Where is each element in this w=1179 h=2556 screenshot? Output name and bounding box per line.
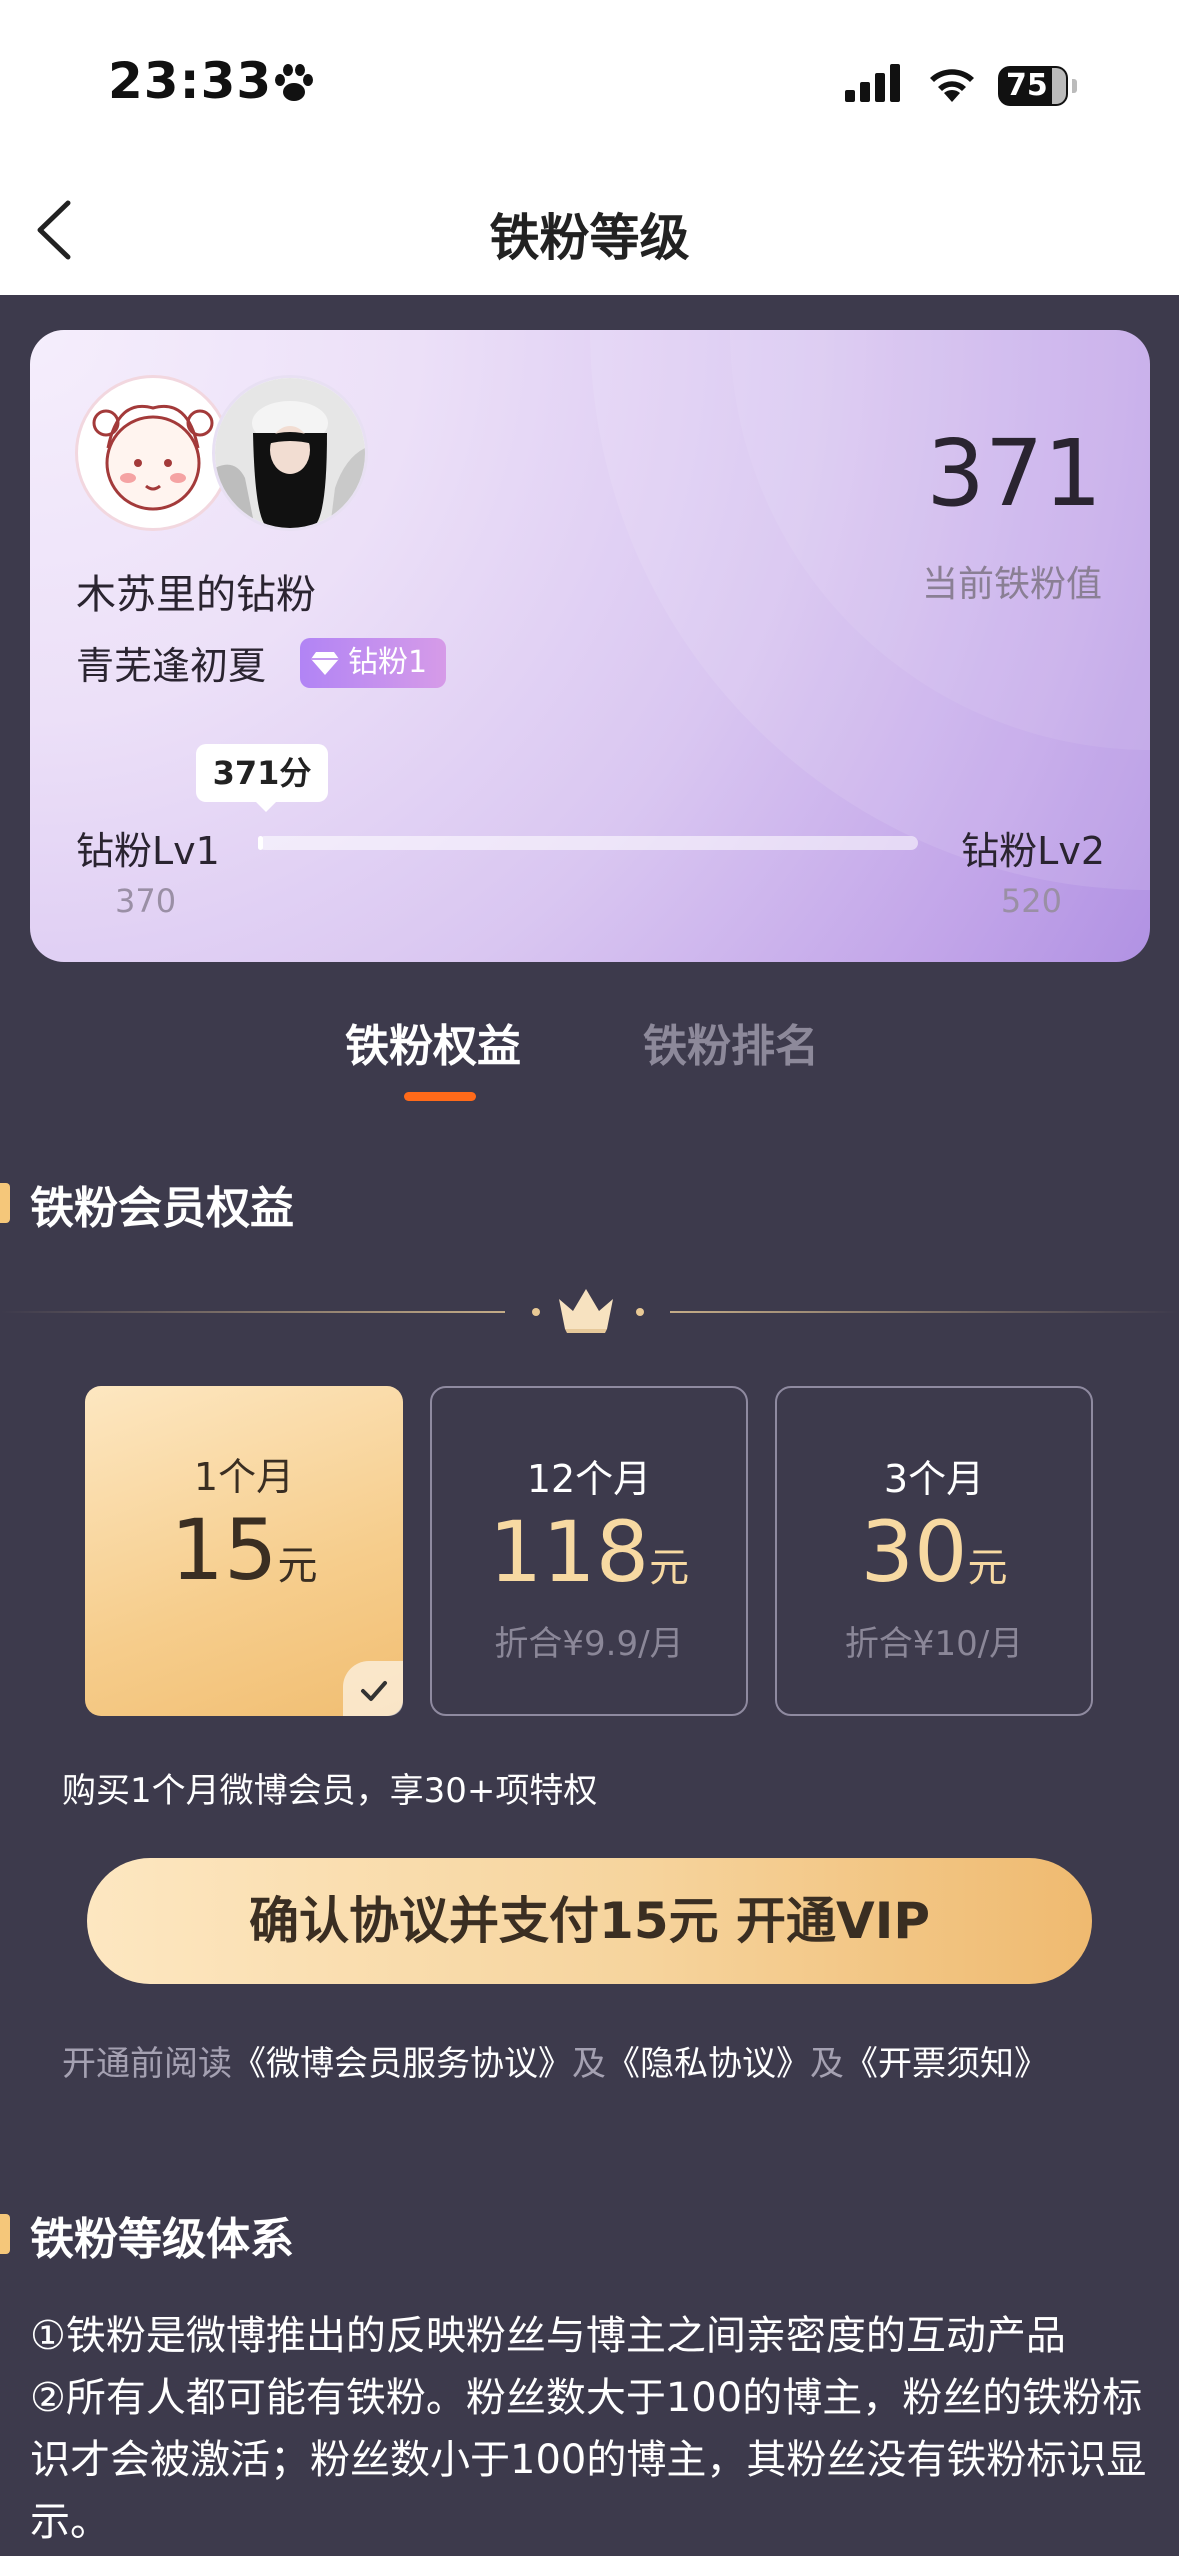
link-privacy-agreement[interactable]: 《隐私协议》 [606,2044,810,2084]
fan-score-label: 当前铁粉值 [921,564,1102,605]
plan-price: 15元 [85,1501,403,1599]
badge-label: 钻粉1 [348,645,428,680]
current-level-label: 钻粉Lv1 [76,829,220,873]
divider-line [670,1311,1179,1313]
battery-level: 75 [1006,68,1048,103]
score-tooltip: 371分 [196,744,328,802]
checkmark-icon [361,1681,387,1701]
creator-avatar[interactable] [75,375,231,531]
plan-per-month: 折合¥9.9/月 [494,1624,684,1664]
agreement-and: 及 [572,2044,606,2084]
level-rules: ①铁粉是微博推出的反映粉丝与博主之间亲密度的互动产品 ②所有人都可能有铁粉。粉丝… [30,2305,1155,2553]
section-marker [0,1183,10,1223]
plan-3-months[interactable]: 3个月 30元 折合¥10/月 [775,1386,1093,1716]
plan-duration: 12个月 [526,1457,652,1501]
wifi-icon [930,69,974,102]
plan-price-value: 30 [860,1503,968,1601]
agreement-prefix: 开通前阅读 [62,2044,232,2084]
active-tab-indicator [404,1092,476,1101]
plan-price-unit: 元 [649,1545,690,1591]
divider-dot [532,1308,540,1316]
plan-12-months[interactable]: 12个月 118元 折合¥9.9/月 [430,1386,748,1716]
link-member-service-agreement[interactable]: 《微博会员服务协议》 [232,2044,572,2084]
current-level-threshold: 370 [115,882,177,920]
level-system-section-title: 铁粉等级体系 [30,2214,294,2265]
page-title: 铁粉等级 [489,209,690,267]
plan-price: 30元 [777,1503,1091,1601]
fan-group-name: 木苏里的钻粉 [76,572,316,618]
battery-icon: 75 [998,66,1078,106]
plan-duration: 1个月 [193,1455,295,1499]
level-progress-fill [258,836,263,850]
plan-price-unit: 元 [277,1543,318,1589]
rule-item: ①铁粉是微博推出的反映粉丝与博主之间亲密度的互动产品 [30,2313,1066,2359]
next-level-threshold: 520 [1000,882,1062,920]
tab-fan-benefits[interactable]: 铁粉权益 [345,1010,521,1074]
user-name: 青芜逢初夏 [76,644,267,688]
plan-price-unit: 元 [967,1545,1008,1591]
plan-price-value: 15 [170,1501,278,1599]
paw-icon [275,64,313,101]
tab-fan-ranking[interactable]: 铁粉排名 [643,1010,819,1074]
user-photo-icon [215,378,365,528]
divider-dot [636,1308,644,1316]
fan-level-badge: 钻粉1 [300,638,446,688]
membership-section-title: 铁粉会员权益 [30,1183,294,1234]
cartoon-face-icon [92,405,214,511]
section-marker [0,2214,10,2254]
plan-price-value: 118 [488,1503,650,1601]
cellular-signal-icon [845,64,900,102]
plan-description: 购买1个月微博会员，享30+项特权 [62,1771,598,1811]
link-invoice-notice[interactable]: 《开票须知》 [844,2044,1048,2084]
next-level-label: 钻粉Lv2 [961,829,1105,873]
selected-check [343,1661,403,1716]
fan-level-card: 木苏里的钻粉 青芜逢初夏 钻粉1 371 当前铁粉值 371分 钻粉Lv1 钻粉… [30,330,1150,962]
plan-per-month: 折合¥10/月 [844,1624,1024,1664]
agreement-and: 及 [810,2044,844,2084]
pay-vip-button[interactable]: 确认协议并支付15元 开通VIP [87,1858,1092,1984]
diamond-icon [311,652,339,675]
agreement-text: 开通前阅读《微博会员服务协议》及《隐私协议》及《开票须知》 [62,2036,1048,2085]
status-time: 23:33 [108,52,273,110]
plan-1-month[interactable]: 1个月 15元 [85,1386,403,1716]
rule-item: ②所有人都可能有铁粉。粉丝数大于100的博主，粉丝的铁粉标识才会被激活；粉丝数小… [30,2375,1147,2545]
plan-price: 118元 [432,1503,746,1601]
crown-icon [559,1289,613,1333]
user-avatar[interactable] [212,375,368,531]
tooltip-arrow [254,800,278,812]
status-bar: 23:33 75 [0,0,1179,165]
level-progress-track [258,836,918,850]
divider-line [0,1311,505,1313]
plan-duration: 3个月 [883,1457,985,1501]
fan-score: 371 [926,420,1102,527]
